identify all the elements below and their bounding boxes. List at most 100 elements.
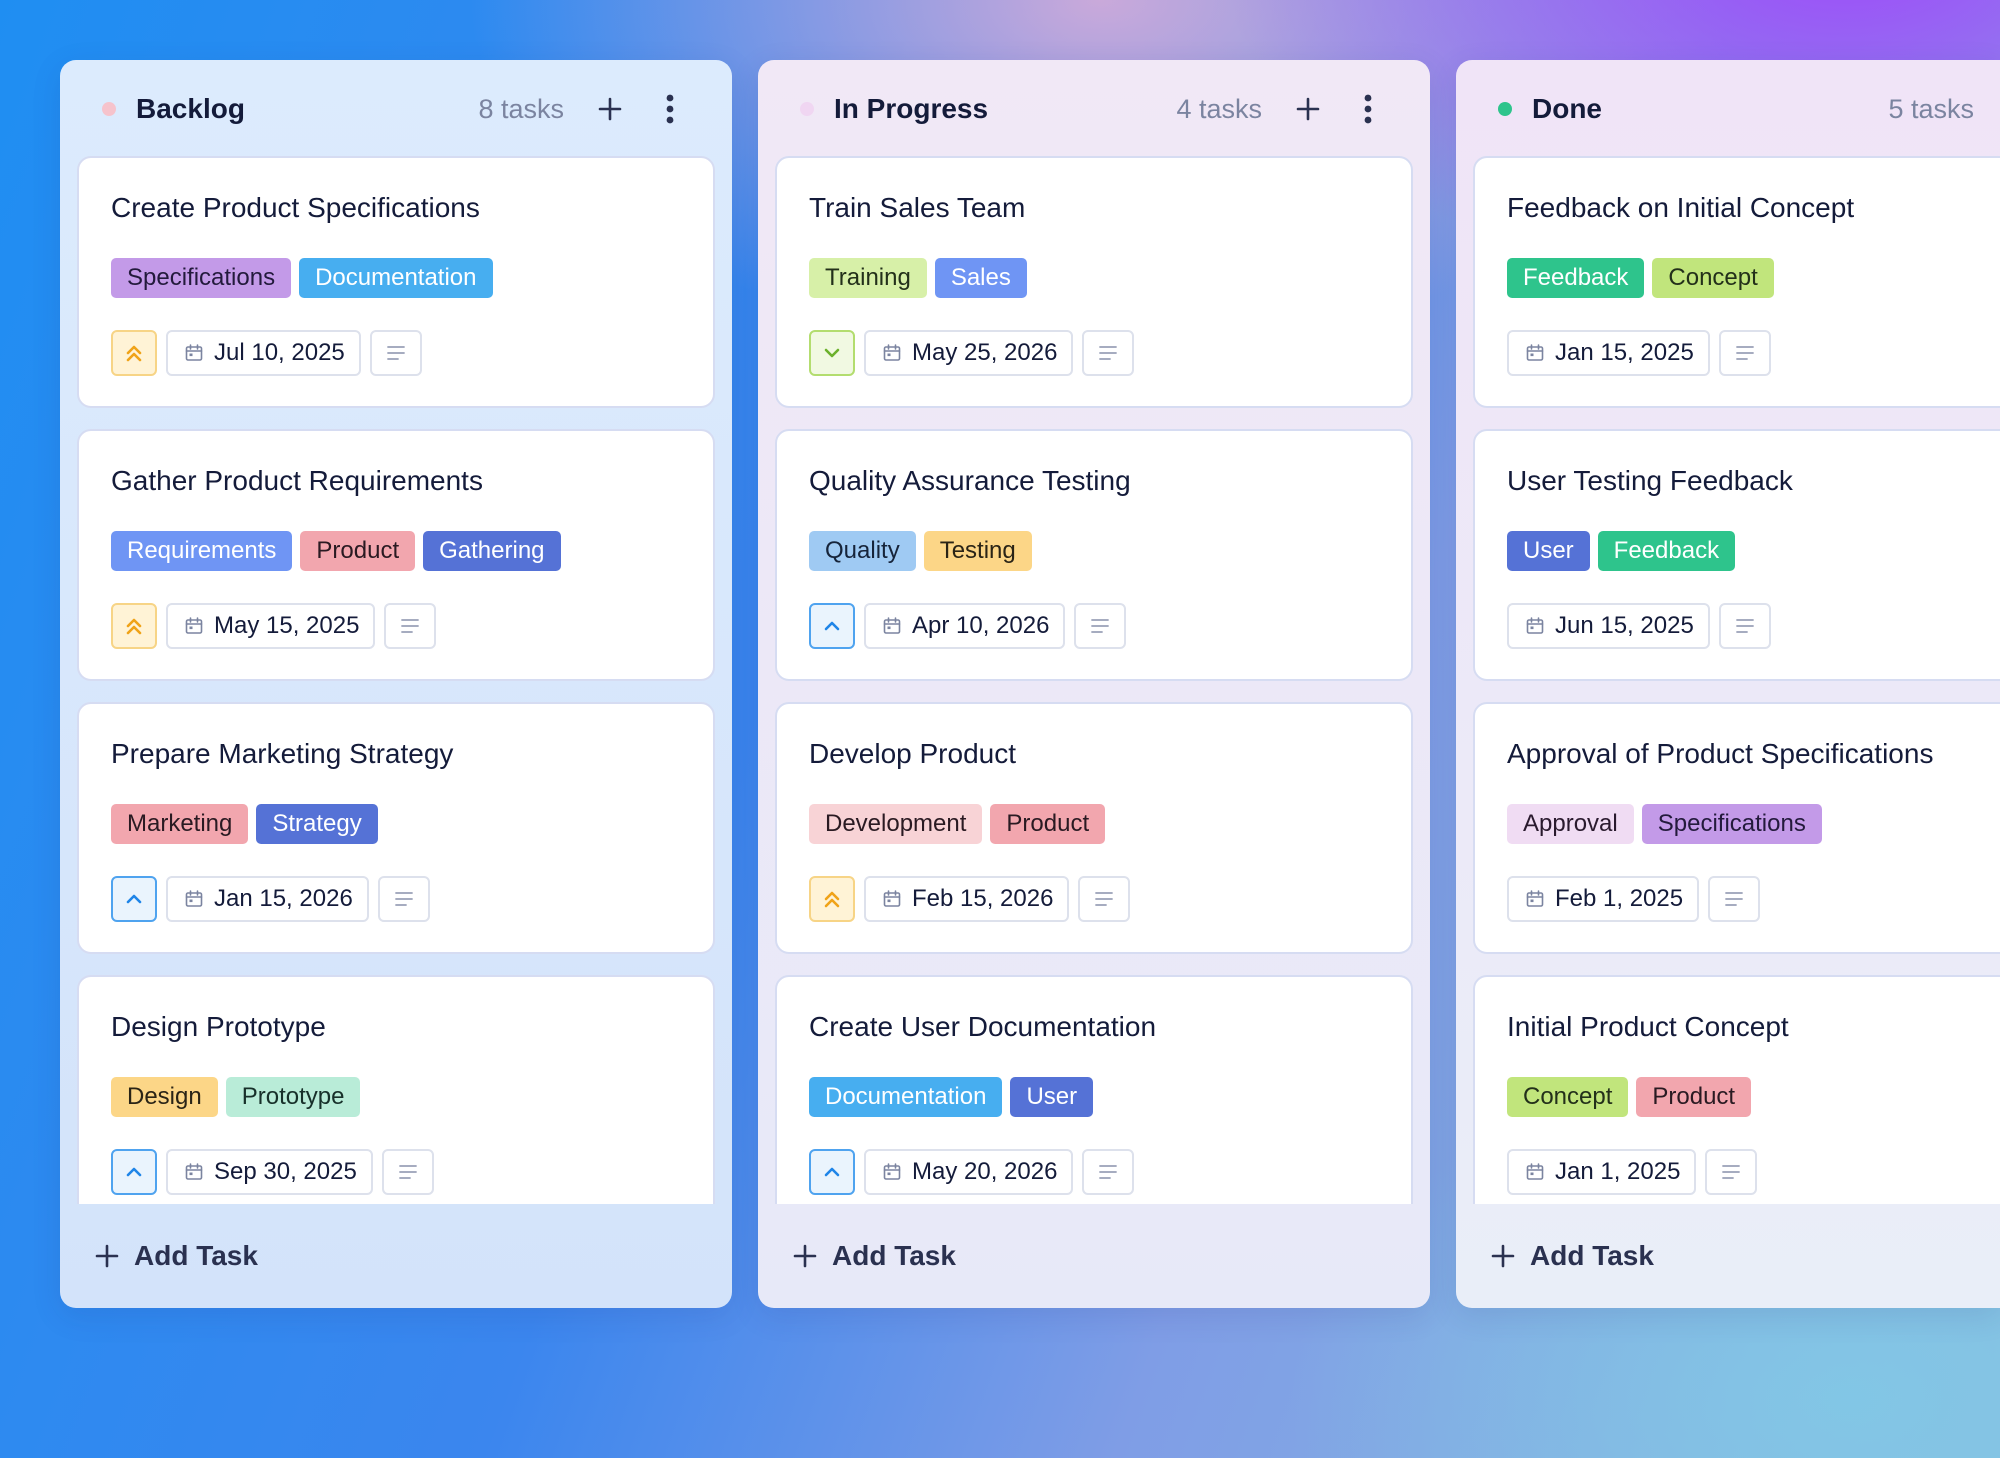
due-date-label: Jan 15, 2026: [214, 885, 353, 912]
notes-button[interactable]: [1078, 876, 1131, 922]
notes-icon: [1735, 346, 1754, 360]
notes-button[interactable]: [1718, 330, 1771, 376]
notes-button[interactable]: [1708, 876, 1761, 922]
add-task-button[interactable]: Add Task: [1456, 1204, 2000, 1308]
due-date[interactable]: Jan 15, 2026: [166, 876, 369, 922]
notes-button[interactable]: [1718, 603, 1771, 649]
task-card[interactable]: Develop Product Development Product Feb 15,…: [775, 702, 1413, 954]
due-date[interactable]: Jul 10, 2025: [166, 330, 361, 376]
tag[interactable]: Prototype: [225, 1077, 361, 1117]
tag[interactable]: Testing: [923, 531, 1032, 571]
notes-icon: [1722, 1165, 1741, 1179]
notes-button[interactable]: [1074, 603, 1127, 649]
due-date[interactable]: May 15, 2025: [166, 603, 376, 649]
task-card[interactable]: Design Prototype Design Prototype Sep 30, 2…: [77, 975, 715, 1204]
priority-badge[interactable]: [111, 876, 157, 922]
notes-button[interactable]: [1082, 330, 1135, 376]
task-card[interactable]: Create Product Specifications Specificati…: [77, 156, 715, 408]
priority-badge[interactable]: [809, 603, 855, 649]
tag[interactable]: Documentation: [809, 1077, 1003, 1117]
column-menu-button[interactable]: [1348, 89, 1388, 129]
due-date[interactable]: Apr 10, 2026: [864, 603, 1066, 649]
tag[interactable]: Documentation: [299, 258, 493, 298]
tag[interactable]: Product: [1636, 1077, 1752, 1117]
task-card[interactable]: Approval of Product Specifications Approv…: [1473, 702, 2000, 954]
tag[interactable]: Marketing: [111, 804, 249, 844]
tag[interactable]: User: [1010, 1077, 1094, 1117]
add-task-button[interactable]: Add Task: [60, 1204, 732, 1308]
task-count: 4 tasks: [1176, 93, 1262, 124]
task-card[interactable]: User Testing Feedback User Feedback Jun 15,…: [1473, 429, 2000, 681]
tag[interactable]: Concept: [1652, 258, 1774, 298]
notes-button[interactable]: [369, 330, 422, 376]
tag[interactable]: Approval: [1507, 804, 1634, 844]
tag[interactable]: Feedback: [1507, 258, 1645, 298]
notes-icon: [1091, 619, 1110, 633]
due-date[interactable]: Feb 1, 2025: [1507, 876, 1700, 922]
tag[interactable]: Training: [809, 258, 927, 298]
add-task-icon-button[interactable]: [1288, 89, 1328, 129]
due-date[interactable]: Jan 1, 2025: [1507, 1149, 1697, 1195]
notes-button[interactable]: [1705, 1149, 1758, 1195]
calendar-icon: [883, 617, 901, 634]
kanban-board: Backlog 8 tasks Create Product Specifica…: [0, 0, 2000, 1458]
notes-button[interactable]: [381, 1149, 434, 1195]
task-title: Create User Documentation: [809, 1011, 1157, 1042]
double-chevron-up-icon: [126, 618, 142, 635]
task-card[interactable]: Create User Documentation Documentation Us…: [775, 975, 1413, 1204]
notes-button[interactable]: [1082, 1149, 1135, 1195]
tag-list: Quality Testing: [809, 531, 1032, 571]
tag[interactable]: Design: [111, 1077, 218, 1117]
priority-badge[interactable]: [111, 330, 157, 376]
due-date-label: Jun 15, 2025: [1555, 612, 1694, 639]
tag[interactable]: Quality: [809, 531, 916, 571]
priority-badge[interactable]: [111, 1149, 157, 1195]
tag[interactable]: Product: [300, 531, 416, 571]
due-date[interactable]: Jan 15, 2025: [1507, 330, 1710, 376]
priority-badge[interactable]: [809, 876, 855, 922]
plus-icon: [598, 97, 622, 121]
task-card[interactable]: Train Sales Team Training Sales May 25, 202…: [775, 156, 1413, 408]
tag[interactable]: Feedback: [1597, 531, 1736, 571]
column-status-dot: [102, 102, 116, 116]
tag[interactable]: Strategy: [256, 804, 378, 844]
calendar-icon: [1526, 890, 1544, 907]
tag-list: Approval Specifications: [1507, 804, 1822, 844]
more-vertical-icon: [1364, 94, 1372, 124]
double-chevron-up-icon: [126, 345, 142, 362]
priority-badge[interactable]: [809, 1149, 855, 1195]
tag[interactable]: Sales: [934, 258, 1027, 298]
due-date[interactable]: Jun 15, 2025: [1507, 603, 1710, 649]
priority-badge[interactable]: [111, 603, 157, 649]
task-card[interactable]: Prepare Marketing Strategy Marketing Strat…: [77, 702, 715, 954]
priority-badge[interactable]: [809, 330, 855, 376]
due-date[interactable]: May 20, 2026: [864, 1149, 1074, 1195]
tag[interactable]: Development: [809, 804, 983, 844]
task-title: Design Prototype: [111, 1011, 326, 1042]
task-meta: Apr 10, 2026: [809, 603, 1127, 649]
tag[interactable]: Concept: [1507, 1077, 1629, 1117]
due-date[interactable]: Sep 30, 2025: [166, 1149, 373, 1195]
column-header: In Progress 4 tasks: [758, 60, 1430, 158]
tag[interactable]: Gathering: [423, 531, 561, 571]
plus-icon: [1491, 1244, 1515, 1268]
tag[interactable]: User: [1507, 531, 1590, 571]
task-card[interactable]: Quality Assurance Testing Quality Testing A…: [775, 429, 1413, 681]
task-title: Create Product Specifications: [111, 192, 480, 223]
column-menu-button[interactable]: [650, 89, 690, 129]
notes-button[interactable]: [384, 603, 437, 649]
due-date[interactable]: May 25, 2026: [864, 330, 1074, 376]
add-task-icon-button[interactable]: [590, 89, 630, 129]
task-card[interactable]: Gather Product Requirements Requirements P…: [77, 429, 715, 681]
tag[interactable]: Specifications: [111, 258, 292, 298]
add-task-label: Add Task: [1530, 1240, 1654, 1271]
task-card[interactable]: Feedback on Initial Concept Feedback Conce…: [1473, 156, 2000, 408]
tag[interactable]: Requirements: [111, 531, 293, 571]
due-date[interactable]: Feb 15, 2026: [864, 876, 1070, 922]
task-meta: Feb 15, 2026: [809, 876, 1131, 922]
tag[interactable]: Specifications: [1641, 804, 1822, 844]
tag[interactable]: Product: [990, 804, 1106, 844]
notes-button[interactable]: [377, 876, 430, 922]
task-card[interactable]: Initial Product Concept Concept Product Jan…: [1473, 975, 2000, 1204]
add-task-button[interactable]: Add Task: [758, 1204, 1430, 1308]
